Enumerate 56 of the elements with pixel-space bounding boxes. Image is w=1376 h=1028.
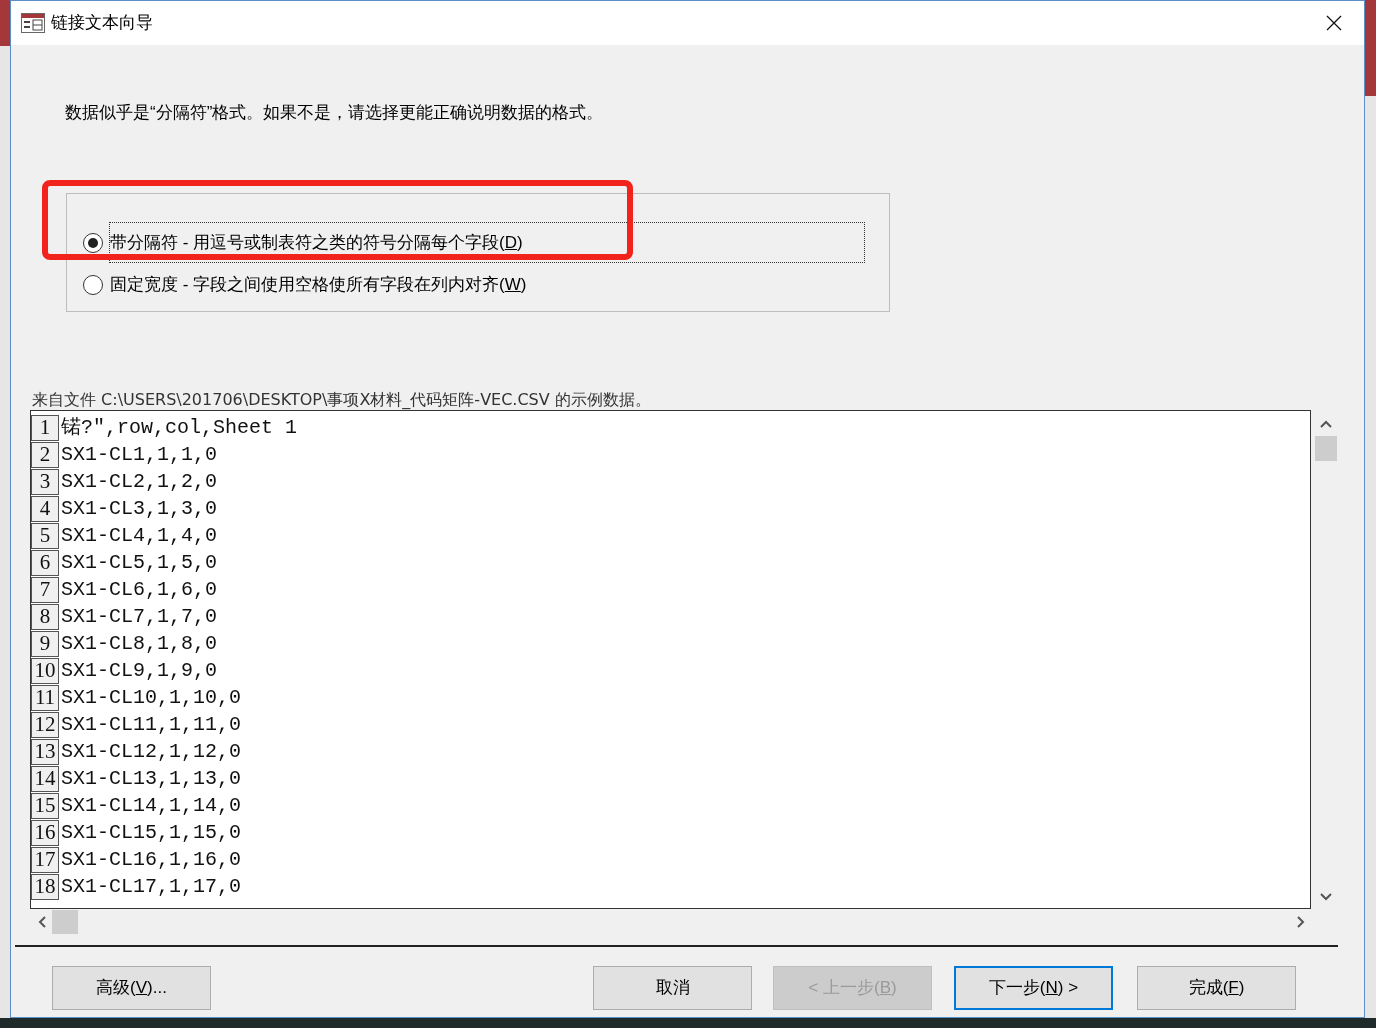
sample-row-text: SX1-CL16,1,16,0 [61,846,242,873]
line-number: 9 [31,630,59,657]
instruction-text: 数据似乎是“分隔符”格式。如果不是，请选择更能正确说明数据的格式。 [65,102,605,124]
sample-row-text: SX1-CL3,1,3,0 [61,495,218,522]
sample-row-text: SX1-CL7,1,7,0 [61,603,218,630]
radio-button[interactable] [83,232,103,253]
sample-row-text: SX1-CL15,1,15,0 [61,819,242,846]
line-number: 12 [31,711,59,738]
line-number: 15 [31,792,59,819]
sample-row-text: SX1-CL11,1,11,0 [61,711,242,738]
radio-button[interactable] [83,274,103,295]
sample-row-text: SX1-CL8,1,8,0 [61,630,218,657]
format-radio[interactable]: 固定宽度 - 字段之间使用空格使所有字段在列内对齐(W) [83,264,865,305]
line-number: 10 [31,657,59,684]
scroll-thumb[interactable] [1315,436,1337,461]
line-number: 7 [31,576,59,603]
app-header-strip [0,0,10,46]
scroll-up-icon[interactable] [1320,420,1332,428]
sample-row-text: SX1-CL17,1,17,0 [61,873,242,900]
sample-row-text: SX1-CL6,1,6,0 [61,576,218,603]
sample-row-text: SX1-CL12,1,12,0 [61,738,242,765]
sample-row-text: SX1-CL4,1,4,0 [61,522,218,549]
line-number: 11 [31,684,59,711]
line-number: 4 [31,495,59,522]
dialog-button[interactable]: 取消 [593,966,752,1010]
radio-label: 固定宽度 - 字段之间使用空格使所有字段在列内对齐(W) [109,273,528,296]
window-title: 链接文本向导 [51,12,153,35]
line-number: 18 [31,873,59,900]
sample-row-text: 锘?″,row,col,Sheet 1 [61,414,298,441]
dialog-button[interactable]: 高级(V)... [52,966,211,1010]
scroll-down-icon[interactable] [1320,893,1332,901]
line-number: 3 [31,468,59,495]
line-number: 13 [31,738,59,765]
sample-label: 来自文件 C:\USERS\201706\DESKTOP\事项X材料_代码矩阵-VEC.CSV 的示例数据。 [32,390,652,410]
scroll-thumb[interactable] [52,910,78,934]
line-number: 16 [31,819,59,846]
sample-row-text: SX1-CL9,1,9,0 [61,657,218,684]
line-number: 8 [31,603,59,630]
scroll-left-icon[interactable] [38,916,46,928]
dialog-button[interactable]: 完成(F) [1137,966,1296,1010]
scroll-right-icon[interactable] [1297,916,1305,928]
line-number: 14 [31,765,59,792]
sample-row-text: SX1-CL13,1,13,0 [61,765,242,792]
sample-row-text: SX1-CL1,1,1,0 [61,441,218,468]
line-number: 2 [31,441,59,468]
sample-row-text: SX1-CL2,1,2,0 [61,468,218,495]
line-number: 1 [31,414,59,441]
line-number: 6 [31,549,59,576]
sample-row-text: SX1-CL10,1,10,0 [61,684,242,711]
line-number: 5 [31,522,59,549]
line-number: 17 [31,846,59,873]
close-icon [1326,15,1342,31]
sample-row-text: SX1-CL5,1,5,0 [61,549,218,576]
sample-row-text: SX1-CL14,1,14,0 [61,792,242,819]
table-icon [21,13,45,33]
dialog-button[interactable]: 下一步(N) > [954,966,1113,1010]
